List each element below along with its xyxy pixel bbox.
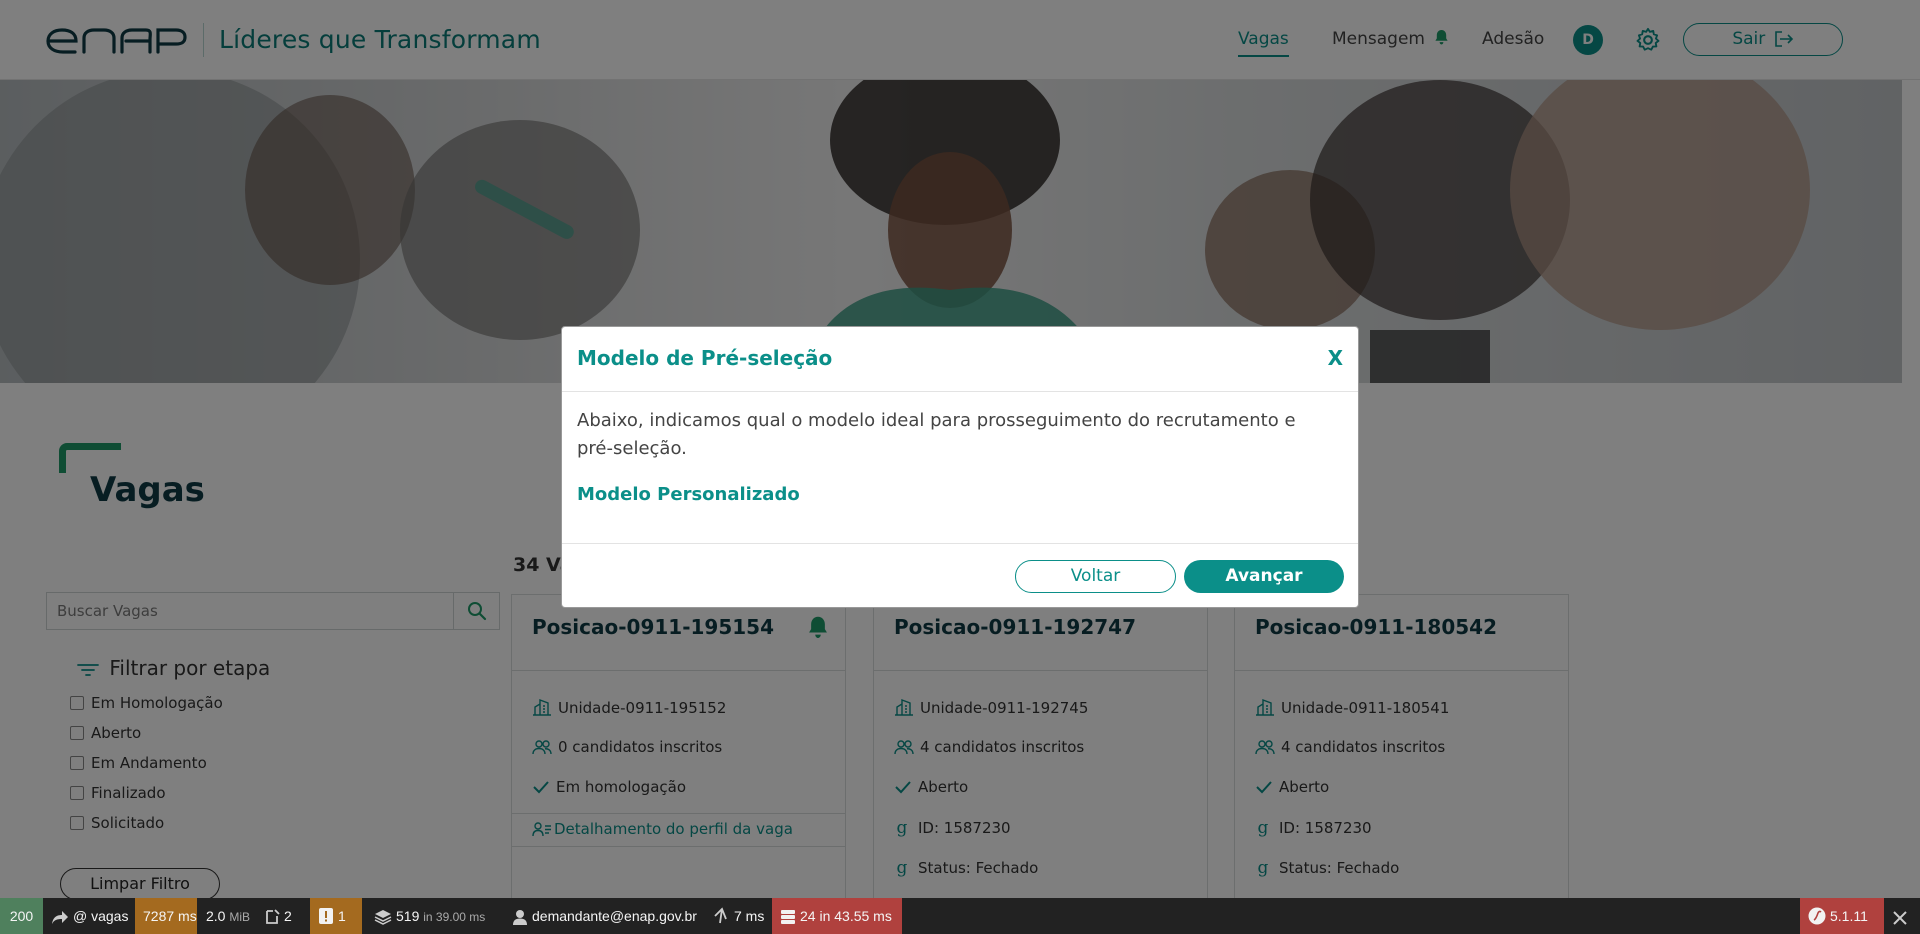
debug-toolbar: 200 @ vagas 7287 ms 2.0 MiB 2 1 519 in 3…	[0, 898, 1920, 934]
route-label: @ vagas	[73, 908, 129, 924]
share-arrow-icon	[52, 911, 68, 924]
stopwatch-icon	[714, 907, 727, 924]
forms-panel[interactable]: 2	[256, 898, 300, 934]
back-button[interactable]: Voltar	[1015, 560, 1176, 593]
logs-count: 1	[338, 908, 346, 924]
close-button[interactable]: X	[1328, 346, 1343, 370]
modal-title: Modelo de Pré-seleção	[577, 346, 833, 370]
request-time[interactable]: 7287 ms	[135, 898, 197, 934]
form-icon	[266, 909, 280, 924]
modal-divider	[562, 391, 1358, 392]
cache-count: 519	[396, 908, 420, 924]
stopwatch-value: 7 ms	[734, 908, 765, 924]
cache-panel[interactable]: 519 in 39.00 ms	[366, 898, 493, 934]
database-value: 24 in 43.55 ms	[800, 908, 892, 924]
user-panel[interactable]: demandante@enap.gov.br	[504, 898, 705, 934]
symfony-logo-icon	[1808, 907, 1826, 925]
cache-detail: in 39.00 ms	[423, 910, 486, 924]
next-button[interactable]: Avançar	[1184, 560, 1344, 593]
logs-panel[interactable]: 1	[310, 898, 362, 934]
stopwatch-panel[interactable]: 7 ms	[704, 898, 772, 934]
modal-divider	[562, 543, 1358, 544]
forms-count: 2	[284, 908, 292, 924]
preselection-modal: Modelo de Pré-seleção X Abaixo, indicamo…	[561, 326, 1359, 608]
user-email: demandante@enap.gov.br	[532, 908, 697, 924]
database-icon	[781, 910, 795, 924]
recommended-model: Modelo Personalizado	[577, 484, 800, 505]
route-panel[interactable]: @ vagas	[43, 898, 136, 934]
memory-panel[interactable]: 2.0 MiB	[198, 898, 258, 934]
database-panel[interactable]: 24 in 43.55 ms	[772, 898, 902, 934]
layers-icon	[374, 910, 392, 925]
close-icon	[1893, 911, 1907, 925]
close-toolbar-button[interactable]	[1884, 898, 1920, 934]
modal-body-text: Abaixo, indicamos qual o modelo ideal pa…	[577, 410, 1296, 459]
status-code-badge[interactable]: 200	[0, 898, 43, 934]
warning-icon	[319, 908, 333, 924]
symfony-version[interactable]: 5.1.11	[1800, 898, 1884, 934]
memory-unit: MiB	[229, 910, 251, 924]
version-label: 5.1.11	[1830, 908, 1868, 924]
memory-value: 2.0	[206, 908, 226, 924]
user-icon	[513, 910, 527, 925]
